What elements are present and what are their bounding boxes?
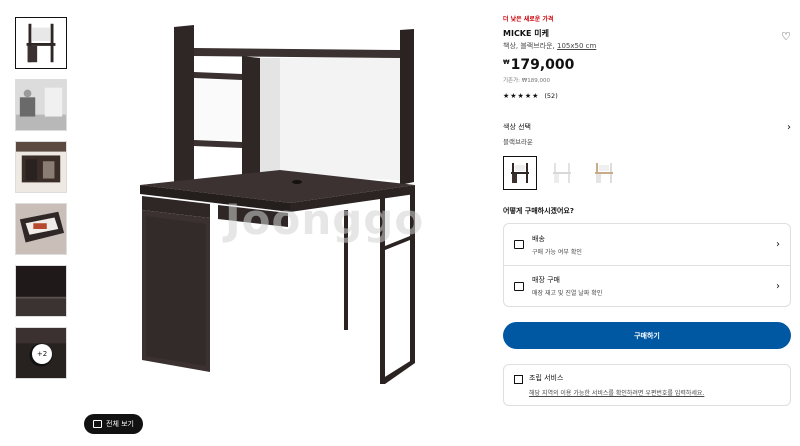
swatch-white-oak[interactable] <box>587 156 621 190</box>
review-count: (52) <box>544 92 558 100</box>
assembly-service: 조립 서비스 해당 지역의 이용 가능한 서비스를 확인하려면 우편번호를 입력… <box>503 364 791 406</box>
heart-icon[interactable]: ♡ <box>781 30 791 43</box>
chevron-right-icon: › <box>776 280 780 292</box>
thumbnail-list: +2 <box>15 17 67 389</box>
price-value: 179,000 <box>510 57 575 73</box>
store-subtitle: 매장 재고 및 진열 날짜 확인 <box>532 290 603 297</box>
promo-label: 더 낮은 새로운 가격 <box>503 16 554 23</box>
watermark-text: Joonggo <box>225 195 425 244</box>
assembly-icon <box>514 375 523 384</box>
product-info-panel: 더 낮은 새로운 가격 MICKE 미케 책상, 블랙브라운, 105x50 c… <box>503 14 791 406</box>
assembly-link[interactable]: 해당 지역의 이용 가능한 서비스를 확인하려면 우편번호를 입력하세요. <box>529 388 704 397</box>
original-price: 기존가: ₩189,000 <box>503 78 550 84</box>
product-size-link[interactable]: 105x50 cm <box>557 42 596 50</box>
more-images-badge: +2 <box>32 344 52 364</box>
product-price: ₩ 179,000 <box>503 57 791 73</box>
product-desc-prefix: 책상, 블랙브라운, <box>503 42 557 50</box>
chevron-right-icon: › <box>776 239 780 250</box>
fullview-button[interactable]: 전체 보기 <box>84 414 143 434</box>
store-icon <box>514 281 524 291</box>
chevron-right-icon: › <box>787 122 791 133</box>
rating-row[interactable]: ★★★★★ (52) <box>503 92 791 100</box>
swatch-black-brown[interactable] <box>503 156 537 190</box>
fullview-label: 전체 보기 <box>106 420 134 428</box>
buy-button[interactable]: 구매하기 <box>503 322 791 349</box>
thumbnail-surface-detail[interactable] <box>15 265 67 317</box>
truck-icon <box>514 240 524 249</box>
product-name: MICKE 미케 <box>503 29 549 38</box>
purchase-question: 어떻게 구매하시겠어요? <box>503 207 574 215</box>
price-currency: ₩ <box>503 59 510 66</box>
color-selector[interactable]: 색상 선택 블랙브라운 › <box>503 122 791 146</box>
color-label: 색상 선택 <box>503 123 531 131</box>
store-option[interactable]: 매장 구매 매장 재고 및 진열 날짜 확인 › <box>504 265 790 306</box>
color-value: 블랙브라운 <box>503 138 533 146</box>
thumbnail-room-scene[interactable] <box>15 79 67 131</box>
delivery-title: 배송 <box>532 234 545 243</box>
rating-stars: ★★★★★ <box>503 92 540 100</box>
purchase-options: 배송 구매 가능 여부 확인 › 매장 구매 매장 재고 및 진열 날짜 확인 … <box>503 223 791 307</box>
product-description: 책상, 블랙브라운, 105x50 cm <box>503 41 596 51</box>
assembly-title: 조립 서비스 <box>529 374 564 382</box>
thumbnail-desk-front[interactable] <box>15 17 67 69</box>
gallery-icon <box>93 420 102 428</box>
thumbnail-drawer-detail[interactable] <box>15 203 67 255</box>
delivery-option[interactable]: 배송 구매 가능 여부 확인 › <box>504 224 790 265</box>
delivery-subtitle: 구매 가능 여부 확인 <box>532 248 582 256</box>
color-swatches <box>503 156 791 190</box>
thumbnail-cable-detail[interactable]: +2 <box>15 327 67 379</box>
thumbnail-desk-side[interactable] <box>15 141 67 193</box>
swatch-white[interactable] <box>545 156 579 190</box>
store-title: 매장 구매 <box>532 276 560 284</box>
